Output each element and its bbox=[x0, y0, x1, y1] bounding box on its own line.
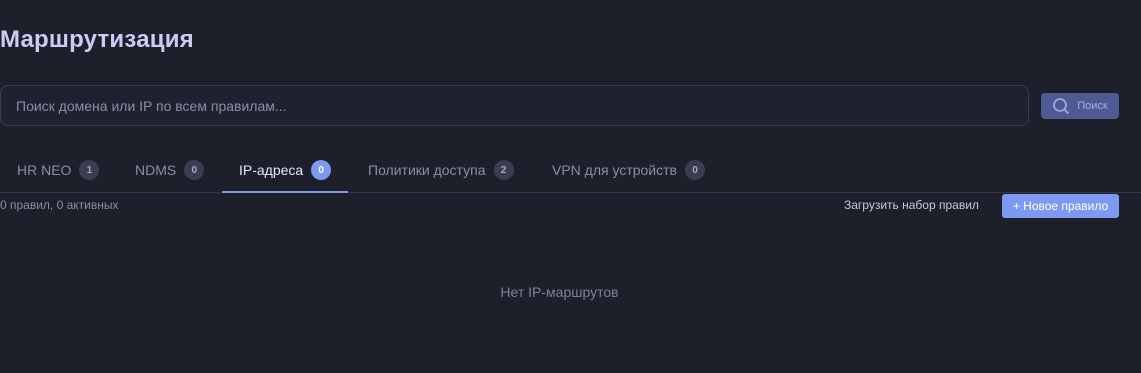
tab-label: IP-адреса bbox=[239, 162, 304, 178]
search-input[interactable] bbox=[1, 86, 1028, 125]
tab-vpn-devices[interactable]: VPN для устройств 0 bbox=[535, 148, 722, 192]
search-icon bbox=[1052, 97, 1070, 115]
tab-count-badge: 0 bbox=[184, 160, 205, 180]
search-button-label: Поиск bbox=[1077, 100, 1108, 112]
tab-hr-neo[interactable]: HR NEO 1 bbox=[0, 148, 116, 192]
tab-label: VPN для устройств bbox=[552, 162, 677, 178]
tab-access-policies[interactable]: Политики доступа 2 bbox=[351, 148, 531, 192]
tab-count-badge: 0 bbox=[311, 160, 332, 180]
tab-label: HR NEO bbox=[17, 162, 72, 178]
rules-summary: 0 правил, 0 активных bbox=[0, 198, 119, 212]
empty-state-message: Нет IP-маршрутов bbox=[500, 284, 619, 300]
tab-count-badge: 1 bbox=[79, 160, 100, 180]
new-rule-button[interactable]: + Новое правило bbox=[1002, 194, 1119, 218]
tab-count-badge: 2 bbox=[493, 160, 514, 180]
page-title: Маршрутизация bbox=[0, 26, 194, 53]
tab-ip-addresses[interactable]: IP-адреса 0 bbox=[222, 148, 349, 193]
tab-label: Политики доступа bbox=[368, 162, 486, 178]
tab-ndms[interactable]: NDMS 0 bbox=[118, 148, 221, 192]
tab-count-badge: 0 bbox=[684, 160, 705, 180]
search-field[interactable] bbox=[0, 85, 1029, 126]
tab-label: NDMS bbox=[135, 162, 177, 178]
tab-bar: HR NEO 1 NDMS 0 IP-адреса 0 Политики дос… bbox=[0, 148, 1141, 193]
search-button[interactable]: Поиск bbox=[1041, 93, 1119, 119]
load-ruleset-link[interactable]: Загрузить набор правил bbox=[844, 198, 979, 212]
